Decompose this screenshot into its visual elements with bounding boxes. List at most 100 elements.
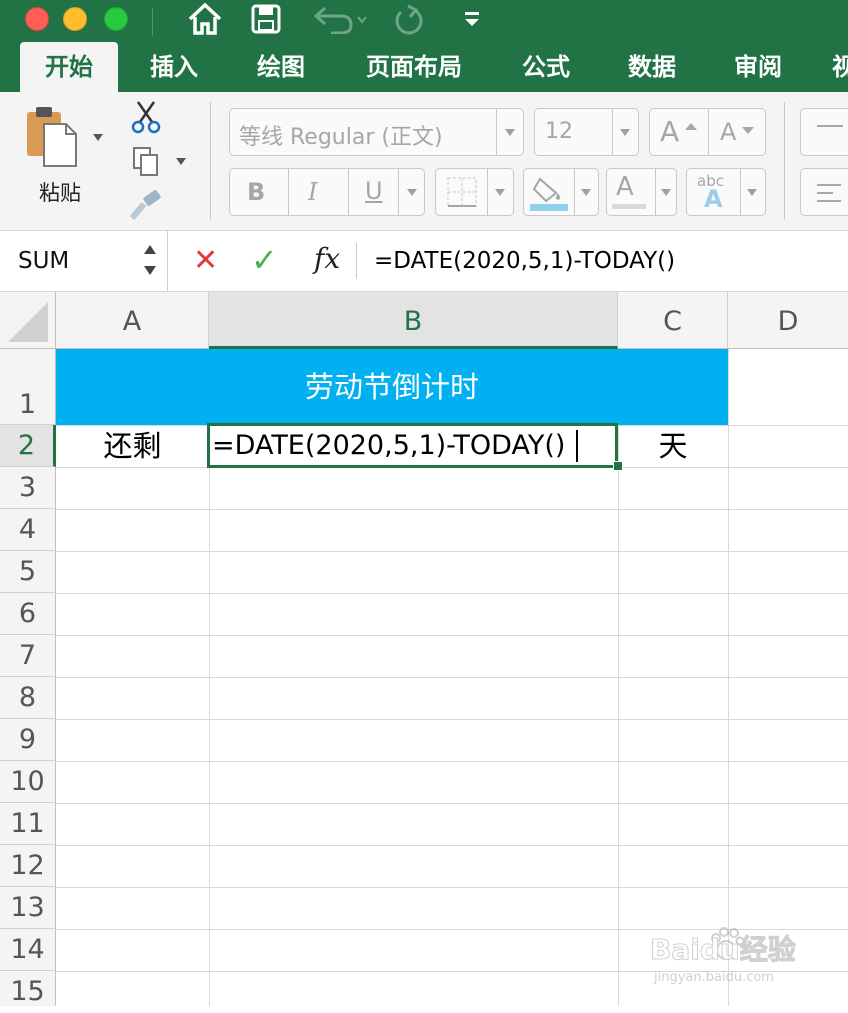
row-header-5[interactable]: 5 <box>0 551 56 593</box>
row-header-9[interactable]: 9 <box>0 719 56 761</box>
borders-icon <box>447 177 477 207</box>
grow-font-button[interactable]: A <box>660 115 679 148</box>
grow-arrow-icon <box>685 123 697 130</box>
phonetic-guide-button[interactable]: abc A <box>686 168 766 216</box>
font-size-dropdown-icon[interactable] <box>620 129 630 136</box>
row-header-15[interactable]: 15 <box>0 971 56 1007</box>
underline-button[interactable]: U <box>365 177 383 205</box>
watermark-brand: Baidu经验 <box>650 933 797 967</box>
font-name-dropdown-icon[interactable] <box>505 129 515 136</box>
row-header-1[interactable]: 1 <box>0 349 56 425</box>
row-header-6[interactable]: 6 <box>0 593 56 635</box>
fill-bucket-icon <box>530 177 568 211</box>
format-painter-icon[interactable] <box>128 190 164 222</box>
name-box-value: SUM <box>18 248 70 274</box>
zoom-window-button[interactable] <box>104 7 128 31</box>
gridline <box>56 635 848 636</box>
font-size-combobox[interactable]: 12 <box>534 108 639 156</box>
tab-data[interactable]: 数据 <box>614 42 690 92</box>
tab-review[interactable]: 审阅 <box>720 42 796 92</box>
name-box-stepper-icon[interactable] <box>142 240 158 280</box>
row-header-12[interactable]: 12 <box>0 845 56 887</box>
row-header-10[interactable]: 10 <box>0 761 56 803</box>
cell-b2-editor[interactable]: =DATE(2020,5,1)-TODAY() <box>212 426 565 466</box>
tab-page-layout[interactable]: 页面布局 <box>352 42 476 92</box>
align-top-button[interactable] <box>800 108 848 156</box>
gridline <box>56 803 848 804</box>
row-header-2[interactable]: 2 <box>0 425 56 467</box>
cell-a2[interactable]: 还剩 <box>56 426 209 467</box>
font-name-combobox[interactable]: 等线 Regular (正文) <box>229 108 524 156</box>
align-left-icon <box>817 184 841 202</box>
column-header-c[interactable]: C <box>618 292 728 349</box>
select-all-triangle-icon <box>8 302 48 342</box>
cell-b2-active[interactable]: =DATE(2020,5,1)-TODAY() <box>207 423 623 471</box>
select-all-button[interactable] <box>0 292 56 349</box>
row-header-7[interactable]: 7 <box>0 635 56 677</box>
redo-icon[interactable] <box>392 3 426 35</box>
gridline <box>56 719 848 720</box>
close-window-button[interactable] <box>25 7 49 31</box>
bold-button[interactable]: B <box>247 178 265 206</box>
column-header-d[interactable]: D <box>728 292 848 349</box>
gridline <box>56 845 848 846</box>
tab-home[interactable]: 开始 <box>20 42 118 92</box>
copy-dropdown-icon[interactable] <box>176 158 186 165</box>
font-color-swatch <box>612 204 646 209</box>
title-cell-text: 劳动节倒计时 <box>304 370 479 404</box>
title-bar <box>0 0 848 42</box>
worksheet-grid[interactable]: A B C D 1 2 3 4 5 6 7 8 9 10 11 12 13 14… <box>0 292 848 1007</box>
tab-draw[interactable]: 绘图 <box>243 42 319 92</box>
borders-dropdown-icon[interactable] <box>495 189 505 196</box>
formula-input[interactable]: =DATE(2020,5,1)-TODAY() <box>374 248 675 274</box>
gridline <box>56 509 848 510</box>
ribbon-tabs: 开始 插入 绘图 页面布局 公式 数据 审阅 视 <box>0 42 848 92</box>
tab-view[interactable]: 视 <box>832 42 848 92</box>
paste-label[interactable]: 粘贴 <box>28 177 92 207</box>
cancel-formula-button[interactable]: ✕ <box>193 243 218 278</box>
insert-function-button[interactable]: fx <box>314 242 340 275</box>
customize-toolbar-icon[interactable] <box>463 10 481 28</box>
undo-icon[interactable] <box>311 4 367 34</box>
row-header-8[interactable]: 8 <box>0 677 56 719</box>
cut-icon[interactable] <box>130 100 162 134</box>
minimize-window-button[interactable] <box>63 7 87 31</box>
text-cursor <box>576 430 578 462</box>
gridline <box>56 761 848 762</box>
italic-button[interactable]: I <box>308 178 317 206</box>
shrink-font-button[interactable]: A <box>720 118 736 146</box>
font-name-value: 等线 Regular (正文) <box>239 125 443 150</box>
home-icon[interactable] <box>187 2 223 36</box>
cell-c2[interactable]: 天 <box>618 426 728 467</box>
align-left-button[interactable] <box>800 168 848 216</box>
gridline <box>56 593 848 594</box>
font-color-dropdown-icon[interactable] <box>661 189 671 196</box>
copy-icon[interactable] <box>132 146 160 178</box>
column-header-a[interactable]: A <box>56 292 209 349</box>
row-header-13[interactable]: 13 <box>0 887 56 929</box>
tab-formulas[interactable]: 公式 <box>508 42 584 92</box>
column-header-b[interactable]: B <box>209 292 618 349</box>
title-cell[interactable]: 劳动节倒计时 <box>56 349 728 425</box>
shrink-arrow-icon <box>742 127 754 134</box>
name-box[interactable]: SUM <box>0 231 168 291</box>
ribbon: 粘贴 等线 Regular (正文) 12 A A B I U A abc A <box>0 92 848 231</box>
borders-button[interactable] <box>435 168 514 216</box>
row-header-3[interactable]: 3 <box>0 467 56 509</box>
fill-color-button[interactable] <box>523 168 599 216</box>
row-header-14[interactable]: 14 <box>0 929 56 971</box>
enter-formula-button[interactable]: ✓ <box>251 241 278 279</box>
formula-bar: SUM ✕ ✓ fx =DATE(2020,5,1)-TODAY() <box>0 231 848 292</box>
tab-insert[interactable]: 插入 <box>136 42 212 92</box>
save-icon[interactable] <box>251 4 281 34</box>
watermark: Baidu经验 jingyan.baidu.com <box>650 924 820 994</box>
row-header-11[interactable]: 11 <box>0 803 56 845</box>
fill-color-dropdown-icon[interactable] <box>581 189 591 196</box>
underline-dropdown-icon[interactable] <box>407 189 417 196</box>
font-color-button[interactable]: A <box>606 168 677 216</box>
phonetic-dropdown-icon[interactable] <box>747 189 757 196</box>
row-header-4[interactable]: 4 <box>0 509 56 551</box>
paste-icon[interactable] <box>24 104 80 168</box>
paste-dropdown-icon[interactable] <box>93 134 103 141</box>
font-style-group: B I U <box>229 168 425 216</box>
